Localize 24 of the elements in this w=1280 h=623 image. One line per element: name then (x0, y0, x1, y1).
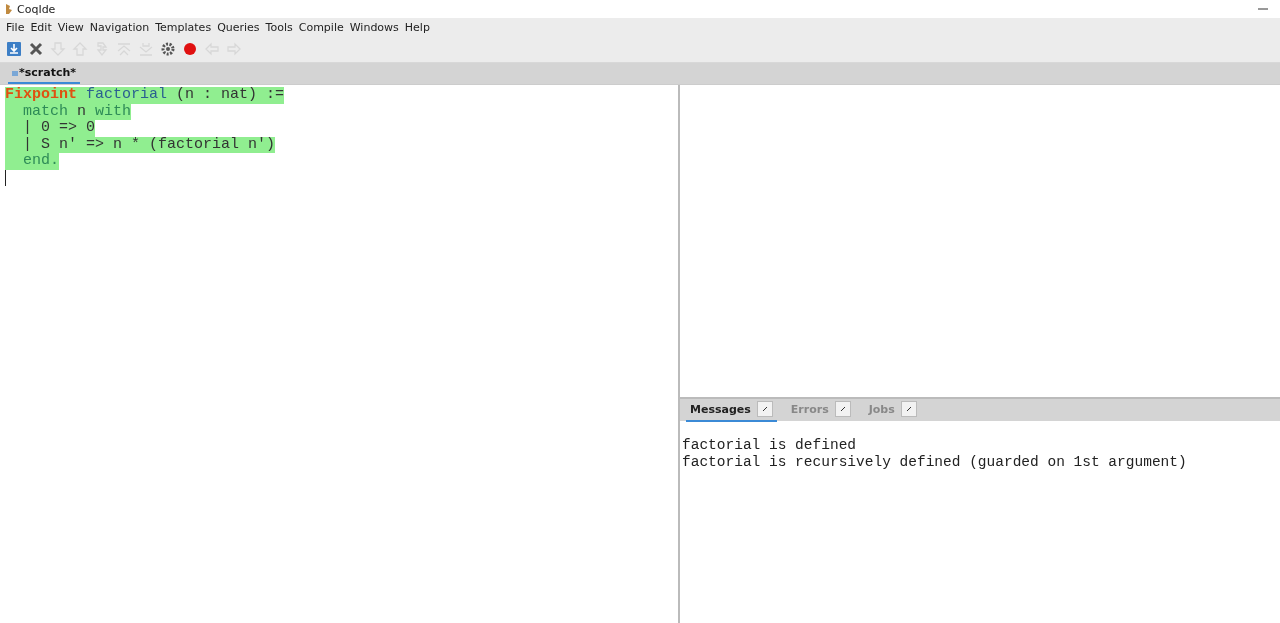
menu-item[interactable]: Templates (152, 20, 215, 34)
detach-icon[interactable] (900, 401, 917, 417)
menu-item[interactable]: Tools (262, 20, 296, 34)
text-cursor (5, 169, 6, 186)
menu-item[interactable]: Help (401, 20, 433, 34)
download-icon[interactable] (6, 41, 22, 57)
file-tab[interactable]: *scratch* (8, 64, 81, 84)
detach-icon[interactable] (756, 401, 773, 417)
message-text: factorial is recursively defined (guarded on 1st argument) (682, 453, 1188, 470)
menu-item[interactable]: File (3, 20, 28, 34)
record-icon[interactable] (182, 41, 198, 57)
rooster-icon (4, 3, 13, 15)
detach-icon[interactable] (834, 401, 851, 417)
menu-item[interactable]: Queries (214, 20, 263, 34)
close-icon[interactable] (28, 41, 44, 57)
menu-item[interactable]: Compile (295, 20, 347, 34)
panel-tab[interactable]: Messages (686, 398, 777, 422)
menu-item[interactable]: View (54, 20, 87, 34)
menu-item[interactable]: Windows (346, 20, 402, 34)
settings-icon[interactable] (160, 41, 176, 57)
menu-item[interactable]: Edit (27, 20, 55, 34)
message-text: factorial is defined (682, 437, 858, 454)
window-title: CoqIde (17, 2, 56, 16)
menu-item[interactable]: Navigation (86, 20, 153, 34)
